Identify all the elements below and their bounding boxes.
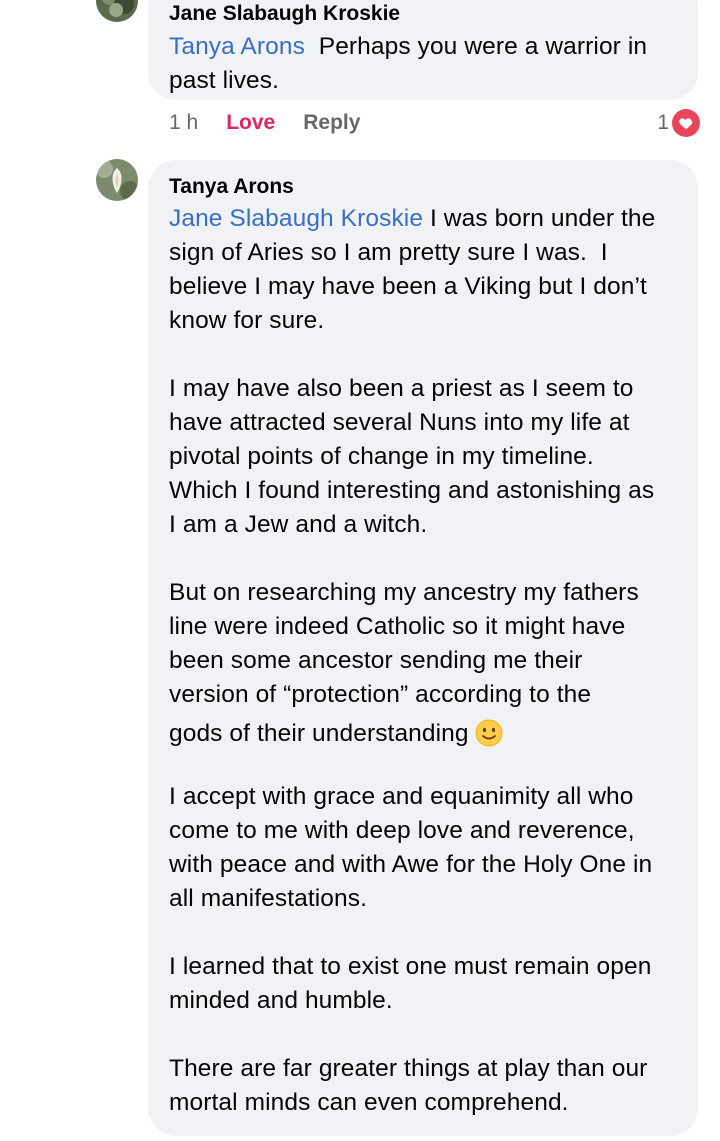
reaction-summary[interactable]: 1 (657, 108, 700, 138)
comment-text-line: Which I found interesting and astonishin… (169, 477, 655, 504)
comment-text-line: gods of their understanding (169, 720, 469, 747)
mention-link[interactable]: Jane Slabaugh Kroskie (169, 205, 423, 232)
comment-text-line: all manifestations. (169, 885, 367, 912)
love-button[interactable]: Love (226, 108, 275, 138)
comment-text-line: I learned that to exist one must remain … (169, 953, 652, 980)
comment-text-line: past lives. (169, 67, 280, 94)
comment-text: Tanya Arons Perhaps you were a warrior i… (169, 30, 678, 98)
avatar-jane[interactable] (96, 0, 138, 22)
comment-text-line: version of “protection” according to the (169, 681, 592, 708)
comment-author[interactable]: Tanya Arons (169, 173, 678, 201)
comment-text-line: I was born under the (423, 205, 656, 232)
comment-actions: 1 h Love Reply (169, 108, 360, 138)
comment-text-line: line were indeed Catholic so it might ha… (169, 613, 626, 640)
heart-icon (672, 109, 700, 137)
comment-text: Jane Slabaugh Kroskie I was born under t… (169, 202, 678, 1120)
comment-text-line: come to me with deep love and reverence, (169, 817, 635, 844)
comment-text-line: been some ancestor sending me their (169, 647, 583, 674)
comment-text-line: know for sure. (169, 307, 325, 334)
comment-timestamp: 1 h (169, 111, 199, 134)
comment-text-line: pivotal points of change in my timeline. (169, 443, 594, 470)
smiling-face-icon (475, 718, 503, 747)
comment-text-line: minded and humble. (169, 987, 393, 1014)
comment-text-line: with peace and with Awe for the Holy One… (169, 851, 653, 878)
comment-text-line: believe I may have been a Viking but I d… (169, 273, 647, 300)
reply-button[interactable]: Reply (303, 108, 360, 138)
comment-text-line: Perhaps you were a warrior in (304, 33, 648, 60)
comment-text-line: sign of Aries so I am pretty sure I was.… (169, 239, 608, 266)
comment-text-line: I accept with grace and equanimity all w… (169, 783, 634, 810)
comment-text-line: There are far greater things at play tha… (169, 1055, 648, 1082)
comment-author[interactable]: Jane Slabaugh Kroskie (169, 0, 678, 28)
reaction-count: 1 (657, 111, 669, 134)
avatar-image (96, 159, 138, 201)
comment-bubble-tanya: Tanya Arons Jane Slabaugh Kroskie I was … (148, 160, 698, 1136)
avatar-tanya[interactable] (96, 159, 138, 201)
mention-link[interactable]: Tanya Arons (169, 33, 305, 60)
avatar-image (96, 0, 138, 22)
comment-text-line: I may have also been a priest as I seem … (169, 375, 634, 402)
comment-text-line: But on researching my ancestry my father… (169, 579, 639, 606)
comment-text-line: I am a Jew and a witch. (169, 511, 428, 538)
comment-bubble-jane: Jane Slabaugh Kroskie Tanya Arons Perhap… (148, 0, 698, 100)
comment-text-line: have attracted several Nuns into my life… (169, 409, 630, 436)
comment-text-line: mortal minds can even comprehend. (169, 1089, 569, 1116)
